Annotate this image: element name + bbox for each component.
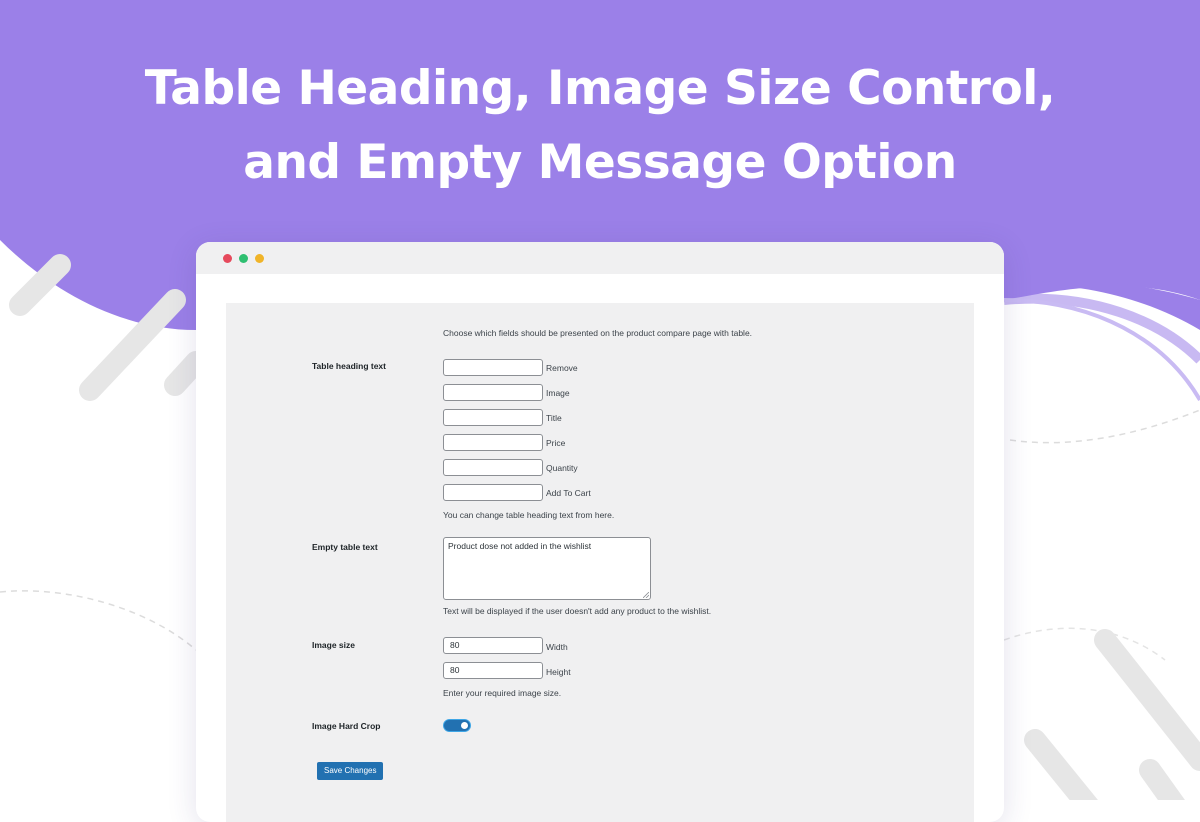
heading-remove-input[interactable] (443, 359, 543, 376)
hard-crop-label: Image Hard Crop (312, 721, 381, 731)
heading-quantity-caption: Quantity (546, 463, 578, 473)
banner-title-line-1: Table Heading, Image Size Control, (144, 61, 1056, 116)
image-size-help: Enter your required image size. (443, 688, 562, 698)
empty-table-label: Empty table text (312, 542, 378, 552)
browser-window: Choose which fields should be presented … (196, 242, 1004, 822)
image-height-input[interactable]: 80 (443, 662, 543, 679)
table-heading-label: Table heading text (312, 361, 386, 371)
heading-price-input[interactable] (443, 434, 543, 451)
heading-add-to-cart-input[interactable] (443, 484, 543, 501)
empty-table-help: Text will be displayed if the user doesn… (443, 606, 712, 616)
image-size-label: Image size (312, 640, 355, 650)
resize-handle-icon[interactable] (643, 592, 649, 598)
table-heading-help: You can change table heading text from h… (443, 510, 615, 520)
banner-title-line-2: and Empty Message Option (243, 135, 957, 190)
image-width-caption: Width (546, 642, 568, 652)
heading-title-caption: Title (546, 413, 562, 423)
save-changes-button[interactable]: Save Changes (317, 762, 384, 780)
heading-title-input[interactable] (443, 409, 543, 426)
hard-crop-toggle[interactable] (443, 719, 471, 732)
image-width-input[interactable]: 80 (443, 637, 543, 654)
heading-quantity-input[interactable] (443, 459, 543, 476)
settings-intro-text: Choose which fields should be presented … (443, 328, 753, 338)
empty-table-textarea[interactable]: Product dose not added in the wishlist (443, 537, 651, 600)
image-height-caption: Height (546, 667, 571, 677)
banner-title: Table Heading, Image Size Control, and E… (0, 52, 1200, 200)
toggle-knob (461, 722, 468, 729)
browser-title-bar (196, 242, 1004, 274)
heading-image-input[interactable] (443, 384, 543, 401)
maximize-dot-icon[interactable] (239, 254, 248, 263)
heading-price-caption: Price (546, 438, 566, 448)
close-dot-icon[interactable] (223, 254, 232, 263)
minimize-dot-icon[interactable] (255, 254, 264, 263)
settings-panel: Choose which fields should be presented … (226, 303, 974, 822)
heading-remove-caption: Remove (546, 363, 578, 373)
heading-add-to-cart-caption: Add To Cart (546, 488, 591, 498)
heading-image-caption: Image (546, 388, 570, 398)
